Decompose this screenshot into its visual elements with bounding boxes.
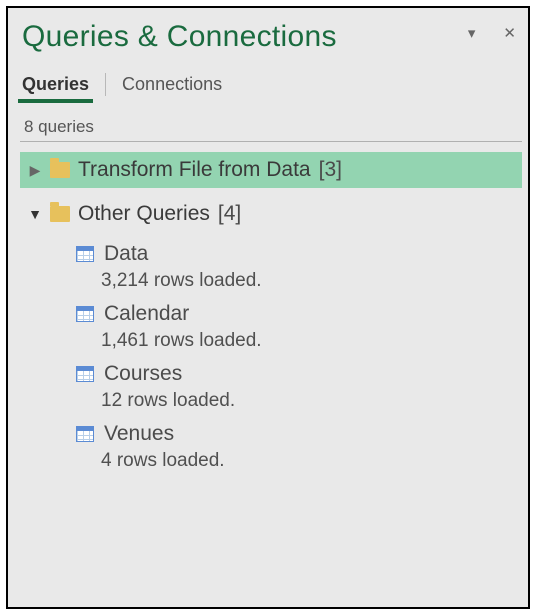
tab-queries[interactable]: Queries [20, 70, 91, 101]
query-item-venues[interactable]: Venues [20, 422, 522, 446]
query-name: Venues [104, 422, 174, 446]
group-name: Transform File from Data [78, 158, 311, 182]
tab-label: Connections [122, 74, 222, 94]
query-item-courses[interactable]: Courses [20, 362, 522, 386]
tab-label: Queries [22, 74, 89, 94]
group-other-queries[interactable]: ▼ Other Queries [4] [20, 196, 522, 232]
query-status: 1,461 rows loaded. [92, 330, 522, 352]
query-name: Courses [104, 362, 182, 386]
tab-separator [105, 73, 106, 96]
caret-expanded-icon[interactable]: ▼ [28, 206, 42, 222]
group-name: Other Queries [78, 202, 210, 226]
queries-connections-pane: Queries & Connections ▾ ✕ Queries Connec… [6, 6, 530, 609]
folder-icon [50, 206, 70, 222]
query-status: 4 rows loaded. [92, 450, 522, 472]
pane-controls: ▾ ✕ [468, 16, 522, 41]
query-name: Calendar [104, 302, 189, 326]
pane-menu-icon[interactable]: ▾ [468, 26, 476, 41]
table-icon [76, 246, 94, 262]
query-status: 3,214 rows loaded. [92, 270, 522, 292]
close-icon[interactable]: ✕ [503, 26, 516, 41]
table-icon [76, 366, 94, 382]
tabs: Queries Connections [20, 70, 522, 101]
tab-connections[interactable]: Connections [120, 70, 224, 101]
folder-icon [50, 162, 70, 178]
divider [20, 141, 522, 142]
pane-titlebar: Queries & Connections ▾ ✕ [20, 16, 522, 64]
table-icon [76, 306, 94, 322]
query-name: Data [104, 242, 148, 266]
group-count: [4] [218, 202, 241, 226]
query-item-data[interactable]: Data [20, 242, 522, 266]
table-icon [76, 426, 94, 442]
group-transform-file-from-data[interactable]: ▶ Transform File from Data [3] [20, 152, 522, 188]
query-status: 12 rows loaded. [92, 390, 522, 412]
query-item-calendar[interactable]: Calendar [20, 302, 522, 326]
pane-title: Queries & Connections [22, 20, 337, 54]
query-count: 8 queries [24, 117, 522, 137]
group-count: [3] [319, 158, 342, 182]
caret-collapsed-icon[interactable]: ▶ [28, 162, 42, 179]
